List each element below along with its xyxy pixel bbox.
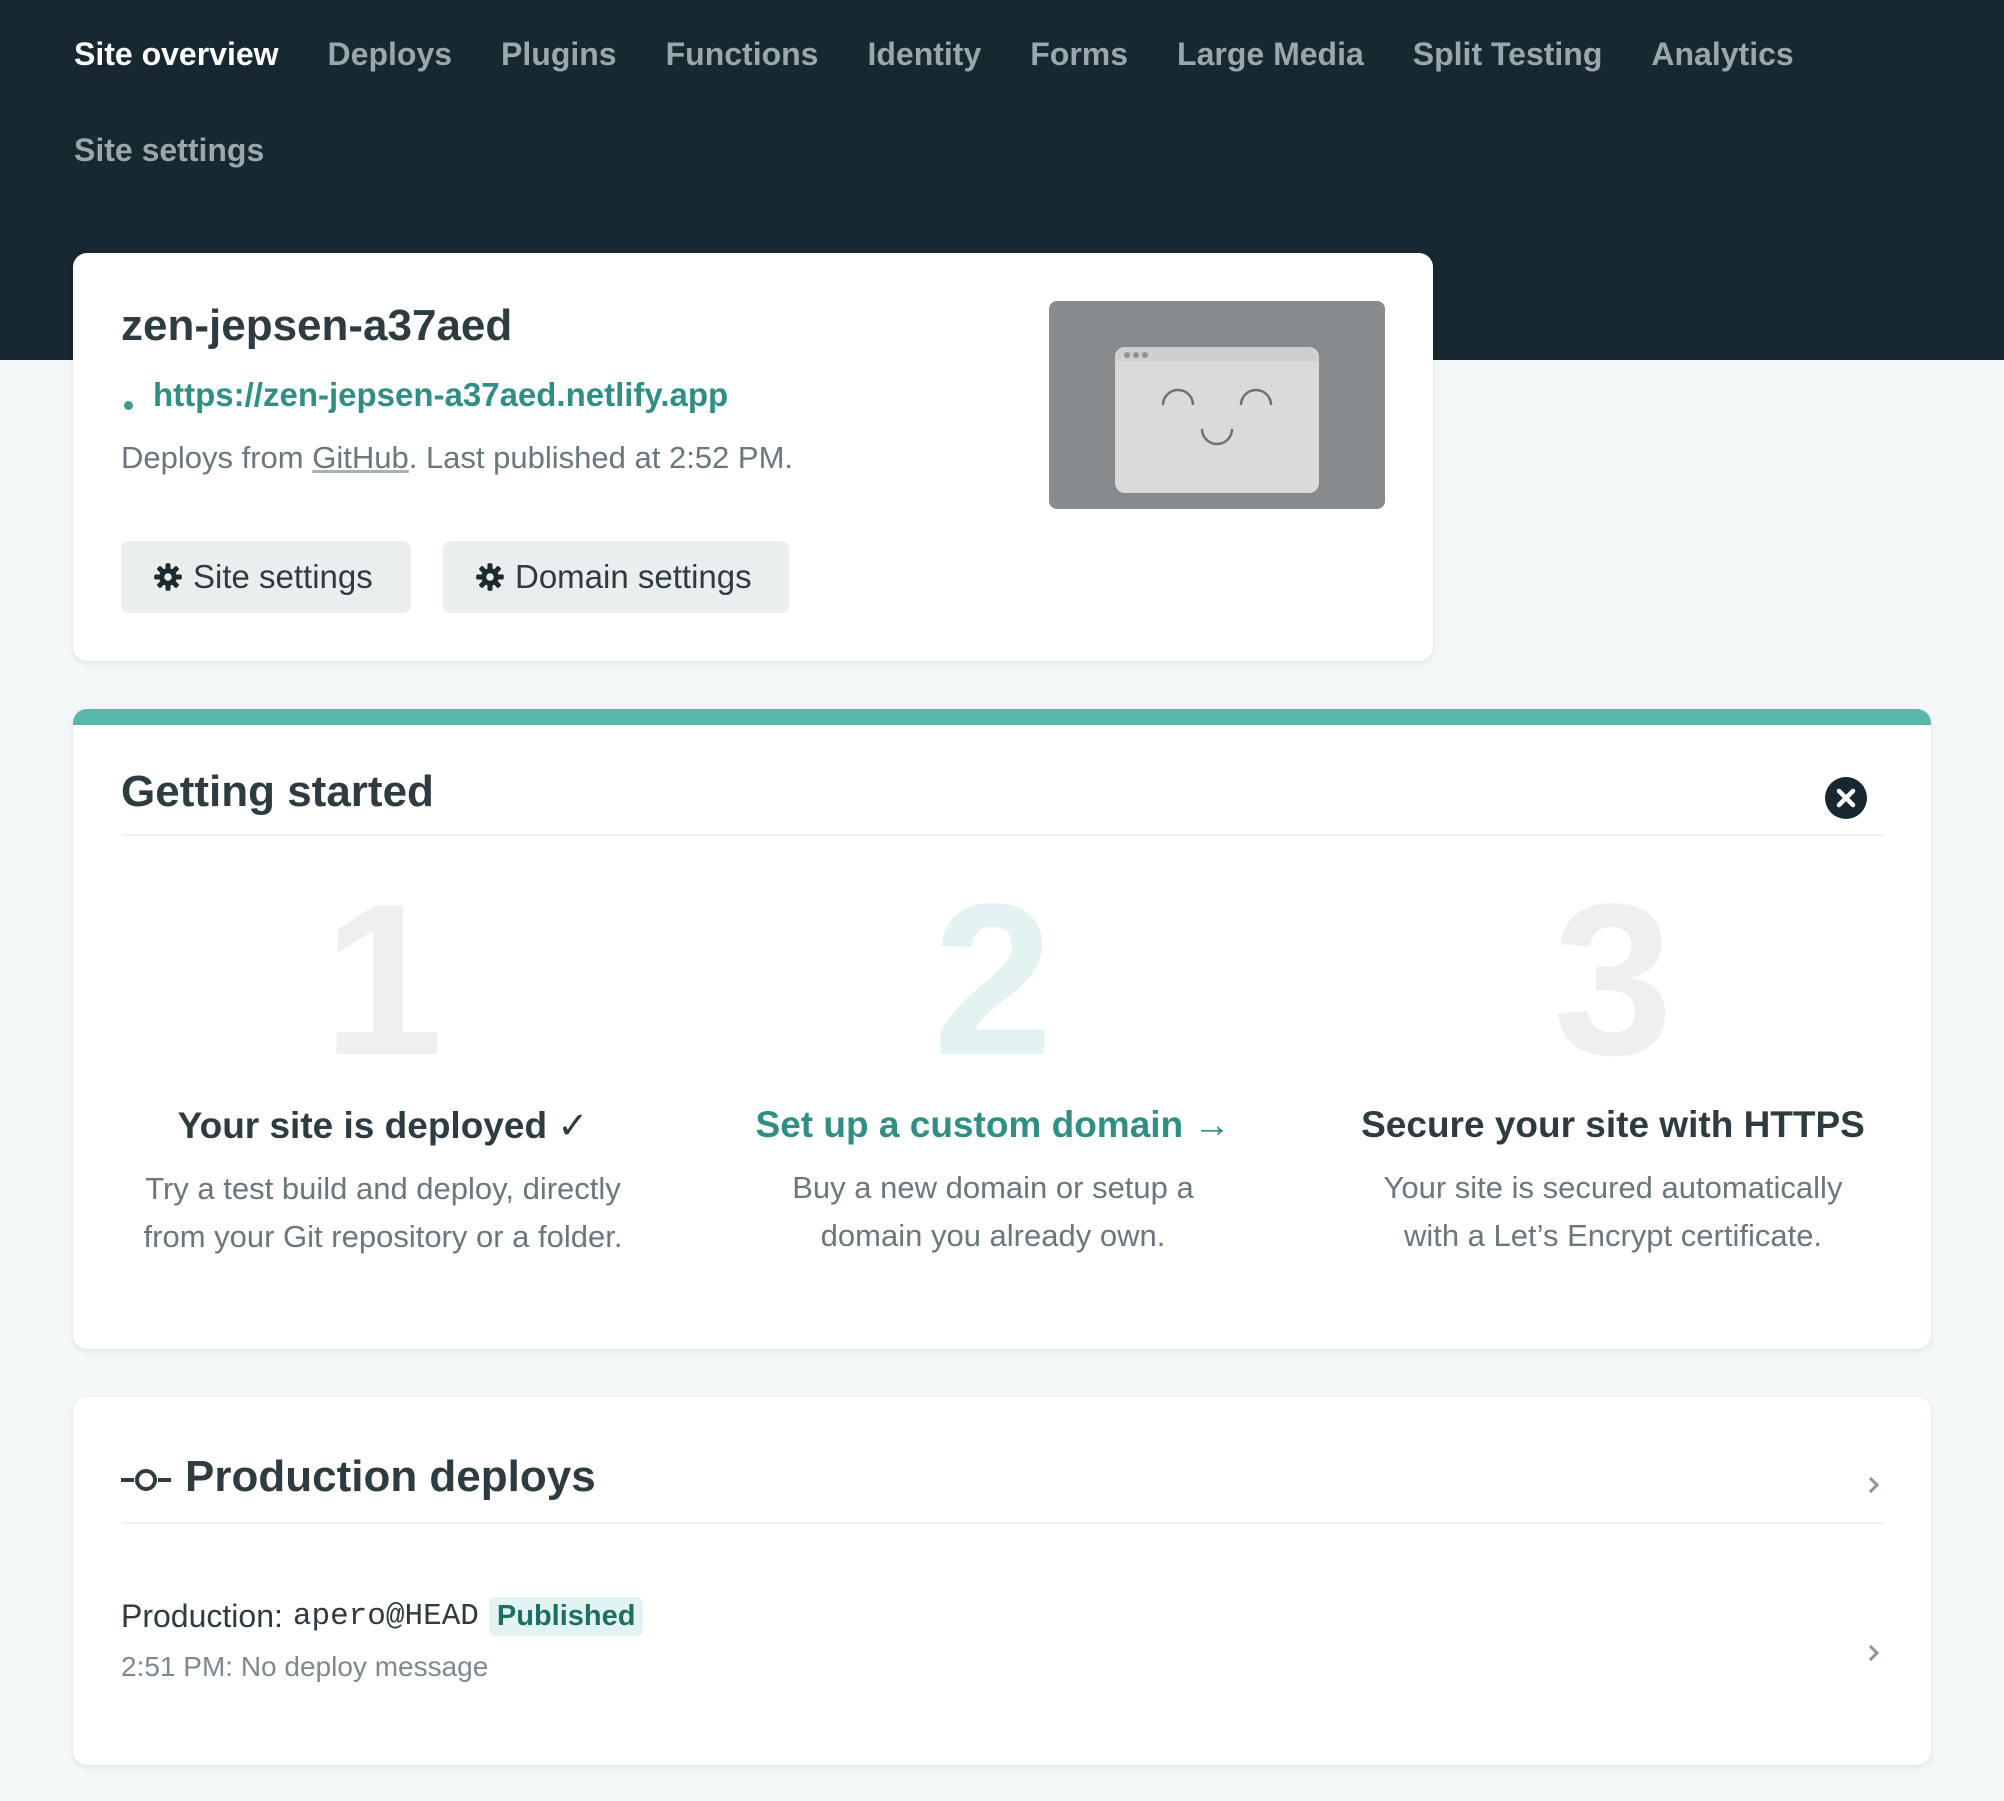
step-https: 3 Secure your site with HTTPS Your site … — [1333, 858, 1893, 1260]
step-title: Secure your site with HTTPS — [1361, 1104, 1865, 1145]
site-url-link[interactable]: https://zen-jepsen-a37aed.netlify.app — [153, 376, 728, 414]
divider — [121, 834, 1883, 836]
step-description-line: from your Git repository or a folder. — [143, 1219, 623, 1254]
step-description: Your site is secured automatically with … — [1333, 1164, 1893, 1260]
domain-settings-button-label: Domain settings — [515, 558, 752, 595]
status-badge: Published — [488, 1597, 644, 1636]
step-number: 2 — [932, 858, 1054, 1100]
step-description-line: with a Let’s Encrypt certificate. — [1403, 1218, 1823, 1253]
step-description-line: domain you already own. — [820, 1218, 1166, 1253]
site-settings-button[interactable]: Site settings — [121, 541, 411, 613]
deploy-info: Deploys from GitHub . Last published at … — [121, 440, 793, 476]
step-deployed: 1 Your site is deployed ✓ Try a test bui… — [103, 858, 663, 1261]
nav-item-forms[interactable]: Forms — [1030, 36, 1128, 73]
nav-item-large-media[interactable]: Large Media — [1177, 36, 1364, 73]
production-deploys-title[interactable]: Production deploys — [185, 1452, 596, 1502]
custom-domain-link[interactable]: Set up a custom domain → — [713, 1104, 1273, 1146]
site-settings-button-label: Site settings — [193, 558, 373, 595]
site-name: zen-jepsen-a37aed — [121, 301, 513, 350]
divider — [121, 1522, 1883, 1524]
domain-settings-button[interactable]: Domain settings — [443, 541, 789, 613]
gear-icon — [476, 563, 504, 591]
nav-row-secondary: Site settings — [74, 124, 1964, 176]
gear-icon — [154, 563, 182, 591]
accent-bar — [73, 709, 1931, 725]
step-description: Buy a new domain or setup a domain you a… — [713, 1164, 1273, 1260]
nav-item-analytics[interactable]: Analytics — [1651, 36, 1793, 73]
deploy-message: 2:51 PM: No deploy message — [121, 1651, 489, 1682]
getting-started-card: Getting started 1 Your site is deployed … — [73, 709, 1931, 1349]
step-description-line: Your site is secured automatically — [1383, 1170, 1843, 1205]
nav-item-functions[interactable]: Functions — [666, 36, 819, 73]
deploy-list-item[interactable]: Production: apero@HEAD Published 2:51 PM… — [121, 1597, 1883, 1707]
nav-item-split-testing[interactable]: Split Testing — [1413, 36, 1603, 73]
getting-started-title: Getting started — [121, 767, 434, 816]
step-custom-domain: 2 Set up a custom domain → Buy a new dom… — [713, 858, 1273, 1260]
smiley-browser-icon — [1115, 347, 1319, 493]
nav-item-site-overview[interactable]: Site overview — [74, 36, 279, 73]
nav-item-plugins[interactable]: Plugins — [501, 36, 617, 73]
status-dot — [124, 401, 133, 410]
chevron-right-icon[interactable] — [1861, 1641, 1885, 1665]
close-icon[interactable] — [1825, 777, 1867, 819]
deploy-ref: apero@HEAD — [292, 1599, 479, 1634]
production-deploys-card: Production deploys Production: apero@HEA… — [73, 1397, 1931, 1765]
site-summary-card: zen-jepsen-a37aed https://zen-jepsen-a37… — [73, 253, 1433, 661]
step-description-line: Buy a new domain or setup a — [792, 1170, 1194, 1205]
nav-item-site-settings[interactable]: Site settings — [74, 132, 264, 169]
deploy-info-suffix: . Last published at 2:52 PM. — [408, 440, 794, 475]
deploy-item-header: Production: apero@HEAD Published — [121, 1597, 644, 1636]
nav-item-identity[interactable]: Identity — [867, 36, 981, 73]
step-description-line: Try a test build and deploy, directly — [145, 1171, 621, 1206]
nav-item-deploys[interactable]: Deploys — [328, 36, 452, 73]
site-nav: Site overview Deploys Plugins Functions … — [74, 28, 1964, 176]
deploy-info-prefix: Deploys from — [121, 440, 313, 475]
nav-row-primary: Site overview Deploys Plugins Functions … — [74, 28, 1964, 80]
site-preview-thumbnail[interactable] — [1049, 301, 1385, 509]
step-number: 3 — [1552, 858, 1674, 1100]
step-number: 1 — [322, 858, 444, 1100]
step-description: Try a test build and deploy, directly fr… — [103, 1165, 663, 1261]
step-title: Your site is deployed ✓ — [177, 1105, 589, 1146]
chevron-right-icon[interactable] — [1861, 1473, 1885, 1497]
deploy-source-link[interactable]: GitHub — [312, 440, 408, 476]
commit-icon — [121, 1469, 171, 1491]
deploy-context-label: Production: — [121, 1598, 283, 1634]
